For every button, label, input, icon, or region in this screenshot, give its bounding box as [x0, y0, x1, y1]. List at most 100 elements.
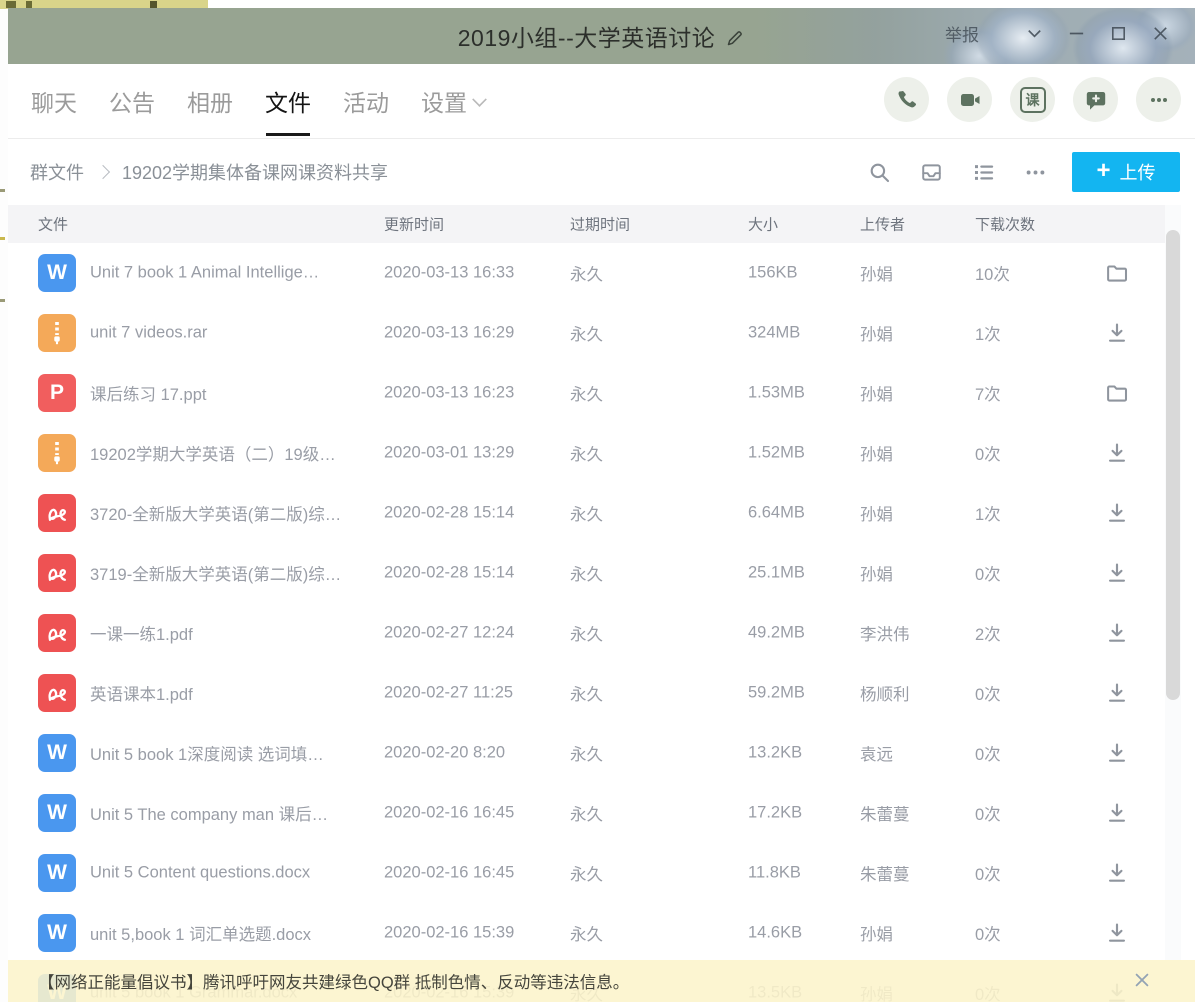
column-header: 大小: [748, 214, 778, 235]
download-button[interactable]: [1103, 739, 1131, 767]
file-size: 59.2MB: [748, 684, 805, 703]
open-folder-button[interactable]: [1103, 259, 1131, 287]
uploader-name: 孙娟: [860, 921, 893, 945]
table-row[interactable]: 3720-全新版大学英语(第二版)综…2020-02-28 15:14永久6.6…: [8, 483, 1195, 543]
tab-label: 活动: [343, 84, 389, 118]
uploader-name: 孙娟: [860, 441, 893, 465]
uploader-name: 孙娟: [860, 381, 893, 405]
banner-close-button[interactable]: [1131, 970, 1153, 992]
download-button[interactable]: [1103, 679, 1131, 707]
uploader-name: 朱蕾蔓: [860, 861, 910, 885]
edit-title-icon[interactable]: [725, 28, 745, 48]
breadcrumb-current: 19202学期集体备课网课资料共享: [122, 159, 388, 185]
tab-label: 公告: [109, 84, 155, 118]
expire-time: 永久: [570, 921, 603, 945]
more-tools-icon[interactable]: [1024, 161, 1047, 184]
updated-time: 2020-02-16 16:45: [384, 804, 514, 823]
video-call-button[interactable]: [947, 77, 992, 122]
file-size: 156KB: [748, 264, 798, 283]
table-row[interactable]: 英语课本1.pdf2020-02-27 11:25永久59.2MB杨顺利0次: [8, 663, 1195, 723]
expire-time: 永久: [570, 861, 603, 885]
table-row[interactable]: WUnit 5 The company man 课后…2020-02-16 16…: [8, 783, 1195, 843]
column-header: 上传者: [860, 214, 905, 235]
tab-files[interactable]: 文件: [264, 80, 312, 122]
download-button[interactable]: [1103, 919, 1131, 947]
download-button[interactable]: [1103, 859, 1131, 887]
updated-time: 2020-03-13 16:29: [384, 324, 514, 343]
report-link[interactable]: 举报: [945, 21, 979, 46]
expire-time: 永久: [570, 801, 603, 825]
download-button[interactable]: [1103, 619, 1131, 647]
download-icon: [1105, 861, 1129, 885]
more-button[interactable]: [1136, 77, 1181, 122]
breadcrumb-toolbar: 群文件 19202学期集体备课网课资料共享 + 上传: [8, 139, 1195, 205]
pdf-glyph: [44, 620, 70, 646]
file-name: 3720-全新版大学英语(第二版)综…: [90, 501, 378, 525]
tab-announcements[interactable]: 公告: [108, 80, 156, 122]
minimize-button[interactable]: [1055, 8, 1097, 58]
voice-call-button[interactable]: [884, 77, 929, 122]
download-count: 2次: [975, 621, 1001, 645]
notice-text: 【网络正能量倡议书】腾讯呼吁网友共建绿色QQ群 抵制色情、反动等违法信息。: [38, 969, 629, 993]
open-folder-button[interactable]: [1103, 379, 1131, 407]
new-topic-button[interactable]: [1073, 77, 1118, 122]
table-row[interactable]: 3719-全新版大学英语(第二版)综…2020-02-28 15:14永久25.…: [8, 543, 1195, 603]
tab-activities[interactable]: 活动: [342, 80, 390, 122]
breadcrumb: 群文件 19202学期集体备课网课资料共享: [30, 139, 388, 205]
expire-time: 永久: [570, 441, 603, 465]
download-icon: [1105, 321, 1129, 345]
titlebar[interactable]: 2019小组--大学英语讨论 举报: [8, 8, 1195, 64]
list-view-icon[interactable]: [972, 161, 995, 184]
table-row[interactable]: WUnit 5 book 1深度阅读 选词填…2020-02-20 8:20永久…: [8, 723, 1195, 783]
file-name: unit 7 videos.rar: [90, 324, 378, 343]
expire-time: 永久: [570, 501, 603, 525]
close-button[interactable]: [1139, 8, 1181, 58]
download-button[interactable]: [1103, 439, 1131, 467]
download-count: 0次: [975, 801, 1001, 825]
maximize-button[interactable]: [1097, 8, 1139, 58]
table-row[interactable]: WUnit 7 book 1 Animal Intellige…2020-03-…: [8, 243, 1195, 303]
file-name: 19202学期大学英语（二）19级…: [90, 441, 378, 465]
table-row[interactable]: 19202学期大学英语（二）19级…2020-03-01 13:29永久1.52…: [8, 423, 1195, 483]
download-count: 0次: [975, 921, 1001, 945]
scrollbar-thumb[interactable]: [1166, 230, 1180, 700]
tab-settings[interactable]: 设置: [420, 80, 487, 122]
tab-label: 聊天: [31, 84, 77, 118]
uploader-name: 杨顺利: [860, 681, 910, 705]
file-size: 1.53MB: [748, 384, 805, 403]
notice-banner: 【网络正能量倡议书】腾讯呼吁网友共建绿色QQ群 抵制色情、反动等违法信息。: [8, 960, 1195, 1002]
uploader-name: 孙娟: [860, 321, 893, 345]
table-row[interactable]: unit 7 videos.rar2020-03-13 16:29永久324MB…: [8, 303, 1195, 363]
pdf-file-icon: [38, 554, 76, 592]
table-row[interactable]: 一课一练1.pdf2020-02-27 12:24永久49.2MB李洪伟2次: [8, 603, 1195, 663]
search-icon[interactable]: [868, 161, 891, 184]
download-count: 1次: [975, 501, 1001, 525]
uploader-name: 孙娟: [860, 501, 893, 525]
download-icon: [1105, 921, 1129, 945]
uploader-name: 孙娟: [860, 561, 893, 585]
received-files-icon[interactable]: [920, 161, 943, 184]
table-row[interactable]: P课后练习 17.ppt2020-03-13 16:23永久1.53MB孙娟7次: [8, 363, 1195, 423]
download-button[interactable]: [1103, 559, 1131, 587]
upload-button[interactable]: + 上传: [1072, 152, 1180, 192]
table-header: 文件更新时间过期时间大小上传者下载次数: [8, 205, 1178, 243]
upload-label: 上传: [1120, 159, 1156, 185]
expire-time: 永久: [570, 741, 603, 765]
download-button[interactable]: [1103, 799, 1131, 827]
table-row[interactable]: Wunit 5,book 1 词汇单选题.docx2020-02-16 15:3…: [8, 903, 1195, 963]
titlebar-chevron-down-icon[interactable]: [1013, 8, 1055, 58]
table-row[interactable]: WUnit 5 Content questions.docx2020-02-16…: [8, 843, 1195, 903]
zipper-glyph: [44, 320, 70, 346]
download-button[interactable]: [1103, 319, 1131, 347]
breadcrumb-root[interactable]: 群文件: [30, 159, 84, 185]
chevron-right-icon: [96, 165, 110, 179]
uploader-name: 李洪伟: [860, 621, 910, 645]
updated-time: 2020-02-16 15:39: [384, 924, 514, 943]
tab-album[interactable]: 相册: [186, 80, 234, 122]
pdf-glyph: [44, 680, 70, 706]
tab-chat[interactable]: 聊天: [30, 80, 78, 122]
download-icon: [1105, 681, 1129, 705]
plus-icon: +: [1096, 159, 1110, 183]
download-button[interactable]: [1103, 499, 1131, 527]
class-button[interactable]: 课: [1010, 77, 1055, 122]
